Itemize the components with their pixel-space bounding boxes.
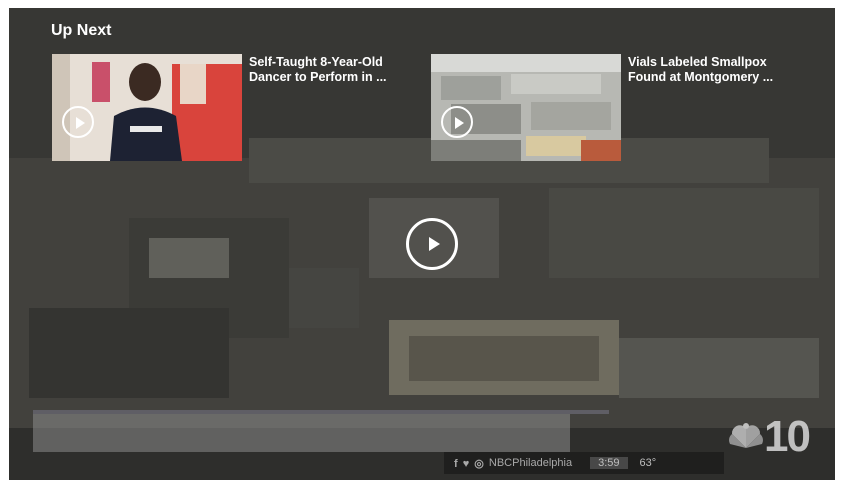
channel-logo: 10 bbox=[726, 410, 824, 468]
up-next-title-2[interactable]: Vials Labeled Smallpox Found at Montgome… bbox=[628, 55, 788, 85]
social-icons: f ♥ ◎ bbox=[454, 457, 485, 470]
main-play-button[interactable] bbox=[406, 218, 458, 270]
lower-third-band bbox=[33, 414, 570, 452]
play-icon[interactable] bbox=[62, 106, 94, 138]
play-icon[interactable] bbox=[441, 106, 473, 138]
up-next-title-1[interactable]: Self-Taught 8-Year-Old Dancer to Perform… bbox=[249, 55, 409, 85]
lower-third-ticker: f ♥ ◎ NBCPhiladelphia 3:59 63° bbox=[444, 452, 724, 474]
up-next-thumbnail-1[interactable] bbox=[52, 54, 242, 161]
nbc-peacock-icon bbox=[729, 423, 763, 448]
up-next-thumbnail-2[interactable] bbox=[431, 54, 621, 161]
clock-time: 3:59 bbox=[590, 457, 628, 469]
play-icon bbox=[429, 237, 440, 251]
up-next-heading: Up Next bbox=[51, 22, 112, 39]
channel-number: 10 bbox=[764, 412, 811, 461]
temperature: 63° bbox=[639, 457, 657, 469]
channel-handle: NBCPhiladelphia bbox=[488, 457, 573, 469]
video-player[interactable]: Up Next Self-Taught 8-Year-Old Dancer to… bbox=[9, 8, 835, 480]
